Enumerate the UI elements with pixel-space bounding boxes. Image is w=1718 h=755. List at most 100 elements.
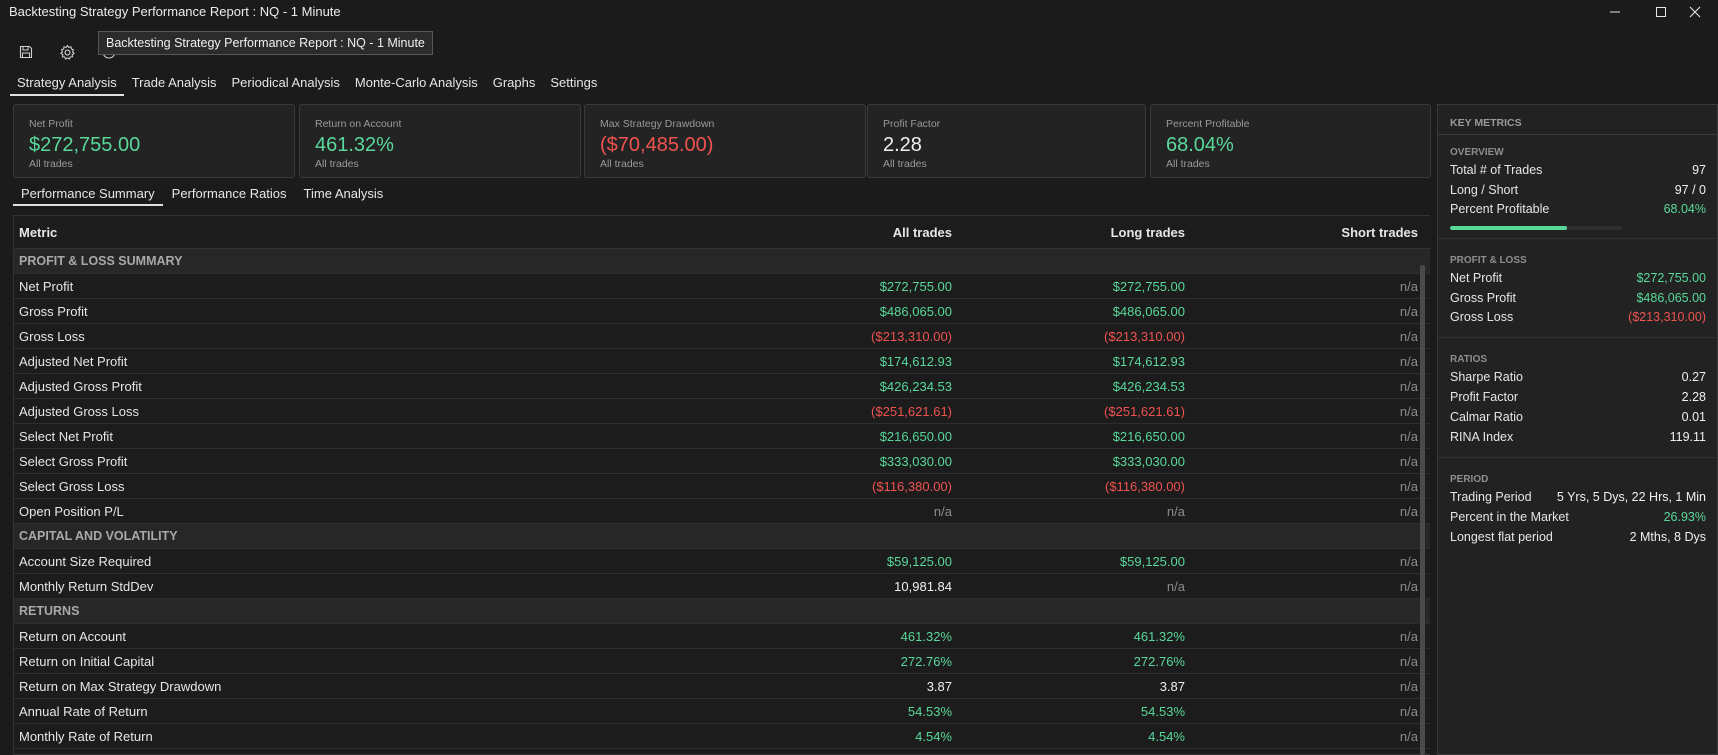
card-sub: All trades bbox=[600, 158, 644, 170]
ratios-section-title: RATIOS bbox=[1450, 354, 1488, 365]
tab-performance-summary[interactable]: Performance Summary bbox=[13, 184, 163, 206]
short-trades-cell: n/a bbox=[1399, 703, 1418, 719]
header-long-trades[interactable]: Long trades bbox=[952, 225, 1185, 240]
metric-value: 26.93% bbox=[1663, 510, 1706, 524]
minimize-button[interactable] bbox=[1592, 0, 1638, 24]
card-sub: All trades bbox=[1166, 158, 1210, 170]
metric-label: Percent Profitable bbox=[1450, 202, 1550, 216]
metric-label: Long / Short bbox=[1450, 183, 1519, 197]
metric-label: Percent in the Market bbox=[1450, 510, 1569, 524]
header-metric[interactable]: Metric bbox=[14, 225, 414, 240]
metric-profit-factor: Profit Factor 2.28 bbox=[1450, 390, 1706, 404]
metric-trading-period: Trading Period 5 Yrs, 5 Dys, 22 Hrs, 1 M… bbox=[1450, 490, 1706, 504]
metric-label: Longest flat period bbox=[1450, 530, 1553, 544]
long-trades-cell: 4.54% bbox=[1148, 728, 1185, 744]
table-row[interactable]: Return on Max Strategy Drawdown 3.87 3.87 n… bbox=[14, 674, 1430, 699]
short-trades-cell: n/a bbox=[1399, 503, 1418, 519]
metric-cell: Annual Rate of Return bbox=[19, 703, 148, 719]
header-all-trades[interactable]: All trades bbox=[414, 225, 952, 240]
close-button[interactable] bbox=[1672, 0, 1718, 24]
all-trades-cell: $174,612.93 bbox=[879, 353, 952, 369]
metric-net-profit: Net Profit $272,755.00 bbox=[1450, 271, 1706, 285]
table-row[interactable]: Adjusted Gross Profit $426,234.53 $426,234… bbox=[14, 374, 1430, 399]
metric-value: 68.04% bbox=[1663, 202, 1706, 216]
table-row[interactable]: Monthly Return StdDev 10,981.84 n/a n/a bbox=[14, 574, 1430, 599]
metric-label: Net Profit bbox=[1450, 271, 1503, 285]
metric-long-short: Long / Short 97 / 0 bbox=[1450, 183, 1706, 197]
all-trades-cell: $333,030.00 bbox=[879, 453, 952, 469]
tab-strategy-analysis[interactable]: Strategy Analysis bbox=[10, 74, 124, 96]
metric-label: Calmar Ratio bbox=[1450, 410, 1523, 424]
table-row[interactable]: Gross Loss ($213,310.00) ($213,310.00) n/a bbox=[14, 324, 1430, 349]
all-trades-cell: 3.87 bbox=[926, 678, 952, 694]
short-trades-cell: n/a bbox=[1399, 403, 1418, 419]
table-scrollbar[interactable] bbox=[1420, 265, 1425, 755]
table-row[interactable]: Return on Initial Capital 272.76% 272.76% n… bbox=[14, 649, 1430, 674]
table-row[interactable]: Monthly Rate of Return 4.54% 4.54% n/a bbox=[14, 724, 1430, 749]
metric-cell: Gross Profit bbox=[19, 303, 88, 319]
divider bbox=[1438, 238, 1717, 239]
long-trades-cell: $333,030.00 bbox=[1112, 453, 1185, 469]
short-trades-cell: n/a bbox=[1399, 453, 1418, 469]
metric-percent-in-market: Percent in the Market 26.93% bbox=[1450, 510, 1706, 524]
short-trades-cell: n/a bbox=[1399, 353, 1418, 369]
table-row[interactable]: Net Profit $272,755.00 $272,755.00 n/a bbox=[14, 274, 1430, 299]
metric-value: $486,065.00 bbox=[1636, 291, 1706, 305]
save-icon bbox=[19, 45, 33, 59]
tab-trade-analysis[interactable]: Trade Analysis bbox=[125, 74, 224, 96]
section-title: PROFIT & LOSS SUMMARY bbox=[19, 254, 183, 268]
table-section-header: RETURNS bbox=[14, 599, 1430, 624]
tab-settings[interactable]: Settings bbox=[543, 74, 604, 96]
long-trades-cell: ($213,310.00) bbox=[1104, 328, 1185, 344]
table-row[interactable]: Select Net Profit $216,650.00 $216,650.00 n… bbox=[14, 424, 1430, 449]
minimize-icon bbox=[1610, 11, 1620, 13]
table-row[interactable]: Select Gross Loss ($116,380.00) ($116,380.… bbox=[14, 474, 1430, 499]
metric-value: 0.01 bbox=[1681, 410, 1706, 424]
key-metrics-panel: KEY METRICS OVERVIEW Total # of Trades 9… bbox=[1437, 104, 1718, 755]
card-value: 461.32% bbox=[315, 134, 394, 156]
overview-section-title: OVERVIEW bbox=[1450, 147, 1504, 158]
all-trades-cell: 10,981.84 bbox=[894, 578, 952, 594]
table-row[interactable]: Open Position P/L n/a n/a n/a bbox=[14, 499, 1430, 524]
table-row[interactable]: Return on Account 461.32% 461.32% n/a bbox=[14, 624, 1430, 649]
metric-value: 119.11 bbox=[1669, 430, 1706, 444]
tab-performance-ratios[interactable]: Performance Ratios bbox=[164, 184, 295, 206]
table-row[interactable]: Adjusted Net Profit $174,612.93 $174,612.9… bbox=[14, 349, 1430, 374]
metric-value: 2 Mths, 8 Dys bbox=[1629, 530, 1706, 544]
performance-table: Metric All trades Long trades Short trad… bbox=[13, 215, 1430, 755]
divider bbox=[1438, 337, 1717, 338]
all-trades-cell: ($116,380.00) bbox=[872, 478, 952, 494]
all-trades-cell: $216,650.00 bbox=[879, 428, 952, 444]
table-row[interactable]: Annual Rate of Return 54.53% 54.53% n/a bbox=[14, 699, 1430, 724]
section-title: CAPITAL AND VOLATILITY bbox=[19, 529, 178, 543]
table-section-header: PROFIT & LOSS SUMMARY bbox=[14, 249, 1430, 274]
metric-value: 2.28 bbox=[1681, 390, 1706, 404]
all-trades-cell: ($213,310.00) bbox=[871, 328, 952, 344]
save-button[interactable] bbox=[14, 40, 38, 64]
table-row[interactable]: Account Size Required $59,125.00 $59,125.0… bbox=[14, 549, 1430, 574]
profit-loss-section-title: PROFIT & LOSS bbox=[1450, 255, 1527, 266]
card-profit-factor: Profit Factor 2.28 All trades bbox=[867, 104, 1146, 178]
tab-periodical-analysis[interactable]: Periodical Analysis bbox=[225, 74, 347, 96]
card-sub: All trades bbox=[315, 158, 359, 170]
metric-cell: Monthly Return StdDev bbox=[19, 578, 154, 594]
tab-graphs[interactable]: Graphs bbox=[486, 74, 543, 96]
window-title: Backtesting Strategy Performance Report … bbox=[9, 4, 341, 19]
table-row[interactable]: Adjusted Gross Loss ($251,621.61) ($251,62… bbox=[14, 399, 1430, 424]
table-row[interactable]: Gross Profit $486,065.00 $486,065.00 n/a bbox=[14, 299, 1430, 324]
card-net-profit: Net Profit $272,755.00 All trades bbox=[13, 104, 295, 178]
card-label: Profit Factor bbox=[883, 118, 941, 130]
card-label: Return on Account bbox=[315, 118, 402, 130]
long-trades-cell: $59,125.00 bbox=[1119, 553, 1185, 569]
settings-button[interactable] bbox=[55, 40, 79, 64]
short-trades-cell: n/a bbox=[1399, 728, 1418, 744]
short-trades-cell: n/a bbox=[1399, 428, 1418, 444]
header-short-trades[interactable]: Short trades bbox=[1185, 225, 1418, 240]
metric-cell: Gross Loss bbox=[19, 328, 85, 344]
all-trades-cell: 272.76% bbox=[900, 653, 952, 669]
tab-time-analysis[interactable]: Time Analysis bbox=[296, 184, 392, 206]
table-row[interactable]: Select Gross Profit $333,030.00 $333,030.0… bbox=[14, 449, 1430, 474]
divider bbox=[1438, 457, 1717, 458]
metric-percent-profitable: Percent Profitable 68.04% bbox=[1450, 202, 1706, 216]
tab-monte-carlo-analysis[interactable]: Monte-Carlo Analysis bbox=[348, 74, 485, 96]
